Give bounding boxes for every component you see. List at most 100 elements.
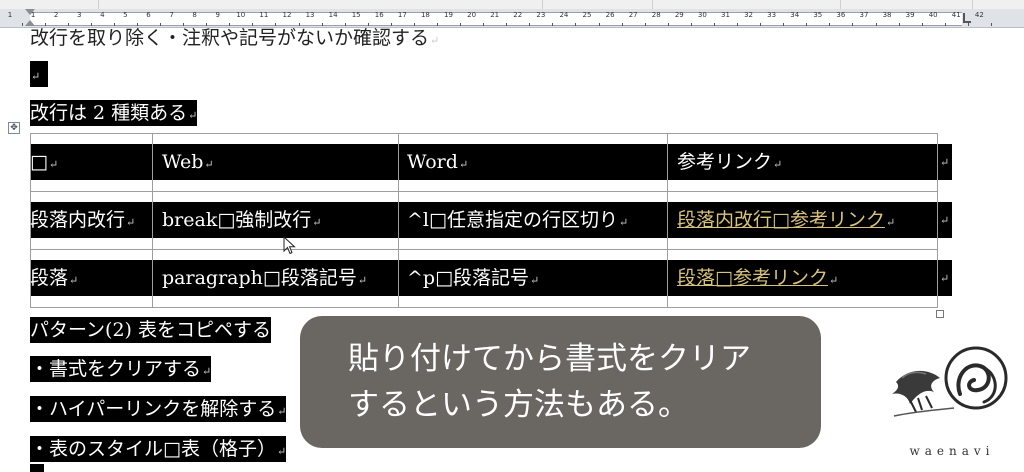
table-header-cell[interactable]: Web↵ <box>162 144 214 180</box>
ruler-number: 9 <box>215 11 220 19</box>
ruler-number: 37 <box>859 11 869 19</box>
column-border <box>667 134 668 307</box>
ruler-number: 4 <box>100 11 105 19</box>
ruler-number: 27 <box>628 11 638 19</box>
next-line-highlight <box>30 464 44 472</box>
ruler-number: 31 <box>721 11 730 19</box>
paragraph-mark: ↵ <box>188 109 198 122</box>
ruler-tick <box>829 23 831 26</box>
table-cell[interactable]: 段落内改行↵ <box>30 202 135 238</box>
column-border <box>152 134 153 307</box>
row-end-mark: ↵ <box>940 272 950 285</box>
ruler-number: 5 <box>123 11 128 19</box>
heading-partial: 改行を取り除く・注釈や記号がないか確認する↵ <box>30 26 439 53</box>
ruler-number: 1 <box>30 11 36 19</box>
row-border <box>31 249 937 250</box>
ruler-tick <box>921 23 923 26</box>
ruler-number: 10 <box>236 11 246 19</box>
ruler-tick <box>852 23 854 26</box>
ribbon-separator <box>840 0 841 9</box>
ruler-number: 40 <box>928 11 938 19</box>
ruler-number: 32 <box>744 11 754 19</box>
ribbon-separator <box>542 0 543 9</box>
table-header-cell[interactable]: Word↵ <box>407 144 468 180</box>
subtitle-caption: 貼り付けてから書式をクリア するという方法もある。 <box>300 316 821 448</box>
ruler-tick <box>483 23 485 26</box>
pattern-title: パターン(2) 表をコピペする <box>30 317 272 343</box>
row-border <box>31 191 937 192</box>
ruler-tick <box>575 23 577 26</box>
ruler-number: 23 <box>536 11 546 19</box>
ruler-number: 18 <box>420 11 430 19</box>
ruler-number: 35 <box>813 11 823 19</box>
table-cell[interactable]: ^p□段落記号↵ <box>407 260 539 296</box>
ruler-number: 17 <box>397 11 407 19</box>
heading-text: 改行を取り除く・注釈や記号がないか確認する <box>30 27 430 49</box>
logo-text: waenavi <box>909 444 995 458</box>
ruler-number: 33 <box>767 11 777 19</box>
row-end-mark: ↵ <box>940 156 950 169</box>
ruler-tick <box>760 23 762 26</box>
table-cell[interactable]: 段落↵ <box>30 260 78 296</box>
ruler-number: 34 <box>790 11 800 19</box>
right-indent-marker[interactable] <box>963 13 971 23</box>
pattern-title-highlight: パターン(2) 表をコピペする <box>30 317 272 343</box>
ruler-tick <box>598 23 600 26</box>
ruler-tick <box>944 23 946 26</box>
ruler-tick <box>713 23 715 26</box>
table-header-cell[interactable]: 参考リンク↵ <box>677 144 782 180</box>
ruler-number: 11 <box>259 11 269 19</box>
ruler-tick <box>667 23 669 26</box>
ruler-number: 25 <box>582 11 592 19</box>
ruler-number: 30 <box>697 11 707 19</box>
reference-link[interactable]: 段落□参考リンク↵ <box>677 260 838 296</box>
ruler-number: 6 <box>146 11 151 19</box>
empty-paragraph: ↵ <box>30 61 49 89</box>
ruler-number: 22 <box>513 11 523 19</box>
caption-line-1: 貼り付けてから書式をクリア <box>348 341 751 377</box>
caption-line-2: するという方法もある。 <box>348 387 689 423</box>
ruler-number: 39 <box>905 11 915 19</box>
ruler-tick <box>783 23 785 26</box>
bullet-item: ・ハイパーリンクを解除する↵ <box>30 396 287 422</box>
table-move-handle[interactable]: ✥ <box>8 122 20 134</box>
ruler-number: 21 <box>490 11 500 19</box>
ruler-tick <box>690 23 692 26</box>
ruler-number: 13 <box>305 11 315 19</box>
ruler-tick <box>529 23 531 26</box>
table-cell[interactable]: paragraph□段落記号↵ <box>162 260 367 296</box>
ruler-number: 42 <box>974 11 984 19</box>
row-end-mark: ↵ <box>940 214 950 227</box>
ruler-number: 14 <box>328 11 338 19</box>
ruler-number: 12 <box>282 11 292 19</box>
ruler-number: 1 <box>7 11 13 19</box>
ruler-number: 2 <box>53 11 59 19</box>
ruler-number: 28 <box>651 11 661 19</box>
table-header-cell[interactable]: □↵ <box>30 144 58 180</box>
ruler-number: 20 <box>467 11 477 19</box>
reference-link[interactable]: 段落内改行□参考リンク↵ <box>677 202 895 238</box>
ruler-number: 16 <box>374 11 384 19</box>
section-title: 改行は 2 種類ある↵ <box>30 100 198 128</box>
table-resize-handle[interactable] <box>936 310 944 318</box>
ruler-number: 3 <box>77 11 82 19</box>
ruler-tick <box>990 23 992 26</box>
ruler-tick <box>506 23 508 26</box>
ruler-number: 26 <box>605 11 615 19</box>
empty-paragraph-highlight: ↵ <box>30 61 49 87</box>
mouse-cursor-icon <box>283 236 296 255</box>
bullet-item: ・書式をクリアする↵ <box>30 356 212 382</box>
ruler-tick <box>460 23 462 26</box>
table-cell[interactable]: break□強制改行↵ <box>162 202 322 238</box>
ruler-tick <box>967 23 969 26</box>
ruler-number: 7 <box>169 11 174 19</box>
ruler-number: 29 <box>674 11 684 19</box>
ruler-number: 8 <box>192 11 197 19</box>
ruler-tick <box>875 23 877 26</box>
table-cell[interactable]: ^l□任意指定の行区切り↵ <box>407 202 628 238</box>
ruler-tick <box>644 23 646 26</box>
ruler-number: 36 <box>836 11 846 19</box>
ruler-number: 19 <box>444 11 453 19</box>
paragraph-mark: ↵ <box>31 70 41 83</box>
ribbon-separator <box>98 0 99 9</box>
